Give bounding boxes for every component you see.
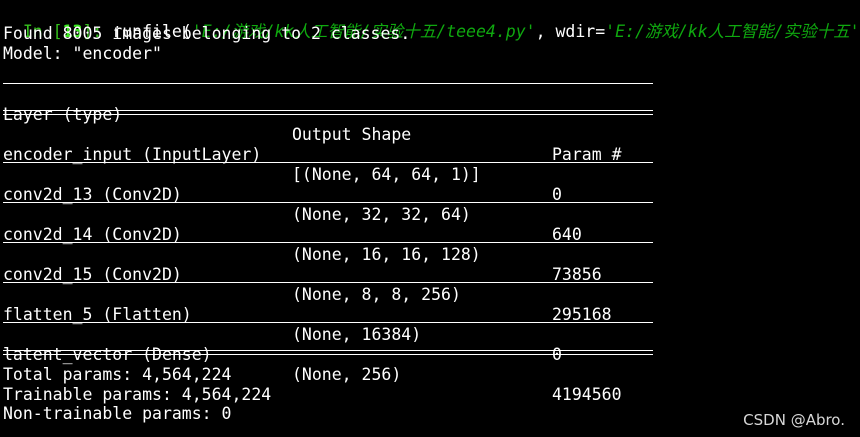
row-separator [3, 322, 653, 323]
row-separator [3, 242, 653, 243]
row-param: 0 [552, 345, 562, 364]
found-images-line: Found 8005 images belonging to 2 classes… [3, 24, 411, 43]
row-output: (None, 256) [292, 365, 402, 384]
table-row: conv2d_15 (Conv2D) (None, 8, 8, 256) 295… [0, 245, 860, 324]
row-separator [3, 162, 653, 163]
model-name-line: Model: "encoder" [3, 44, 162, 63]
table-row: flatten_5 (Flatten) (None, 16384) 0 [0, 285, 860, 364]
row-param: 4194560 [552, 385, 622, 404]
table-row: conv2d_13 (Conv2D) (None, 32, 32, 64) 64… [0, 165, 860, 244]
table-row: encoder_input (InputLayer) [(None, 64, 6… [0, 125, 860, 204]
total-params: Total params: 4,564,224 [3, 365, 232, 384]
summary-header-row: Layer (type) Output Shape Param # [0, 85, 860, 164]
row-separator [3, 282, 653, 283]
arg-wdir: 'E:/游戏/kk人工智能/实验十五' [605, 22, 860, 41]
non-trainable-params: Non-trainable params: 0 [3, 404, 232, 423]
row-layer: latent_vector (Dense) [3, 345, 212, 364]
arg-sep: , wdir= [535, 22, 606, 41]
command-line: In [13]: runfile('E:/游戏/kk人工智能/实验十五/teee… [3, 2, 860, 41]
summary-top-rule [3, 83, 653, 84]
row-separator [3, 202, 653, 203]
watermark: CSDN @Abro. [743, 411, 845, 429]
summary-header-double-rule [3, 110, 653, 115]
trainable-params: Trainable params: 4,564,224 [3, 385, 272, 404]
header-layer: Layer (type) [3, 105, 123, 124]
table-row: latent_vector (Dense) (None, 256) 419456… [0, 325, 860, 404]
table-row: conv2d_14 (Conv2D) (None, 16, 16, 128) 7… [0, 205, 860, 284]
summary-bottom-double-rule [3, 350, 653, 355]
